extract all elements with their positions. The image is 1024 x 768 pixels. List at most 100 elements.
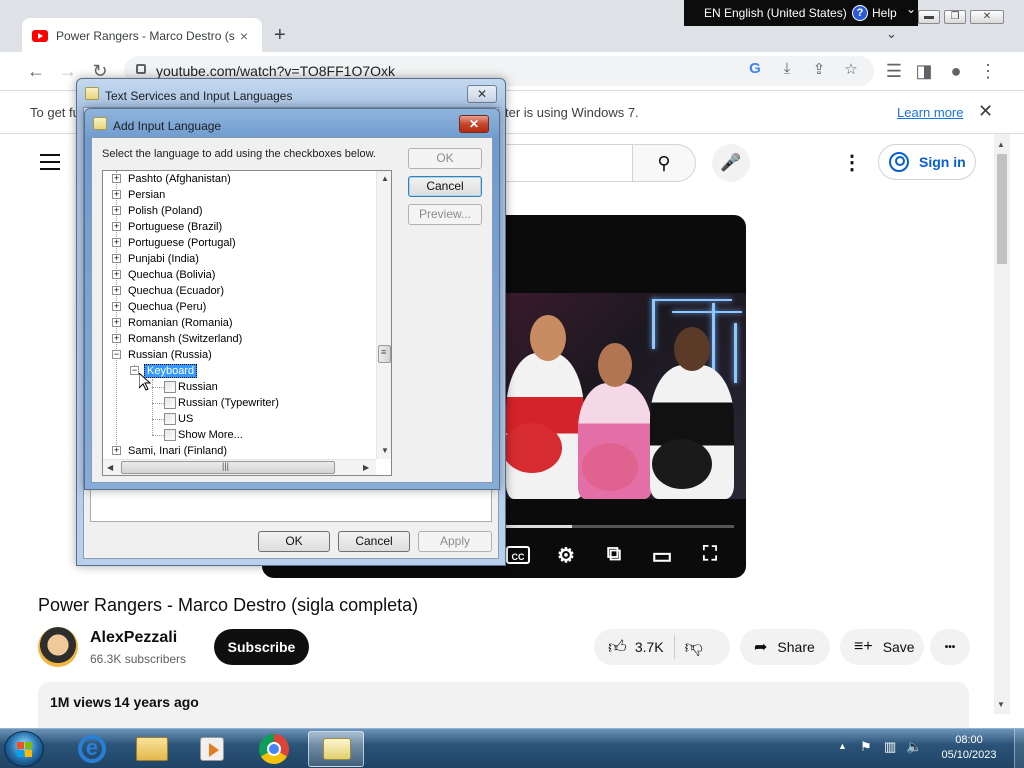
share-icon[interactable]: ⇪ xyxy=(808,60,830,78)
expand-icon[interactable]: + xyxy=(112,222,121,231)
share-button[interactable]: ➦ Share xyxy=(740,629,830,665)
settings-more-icon[interactable]: ⋮ xyxy=(842,150,862,175)
tree-item[interactable]: + Quechua (Peru) xyxy=(112,299,206,315)
side-panel-icon[interactable]: ◨ xyxy=(912,60,936,84)
tab-youtube[interactable]: Power Rangers - Marco Destro (s × xyxy=(22,18,262,54)
new-tab-button[interactable]: + xyxy=(274,24,286,47)
collapse-icon[interactable]: − xyxy=(130,366,139,375)
layout-checkbox[interactable] xyxy=(164,381,176,393)
expand-icon[interactable]: + xyxy=(112,302,121,311)
expand-icon[interactable]: + xyxy=(112,446,121,455)
preview-button[interactable]: Preview... xyxy=(408,204,482,225)
captions-button[interactable]: CC xyxy=(506,546,530,564)
expand-icon[interactable]: + xyxy=(112,190,121,199)
channel-name[interactable]: AlexPezzali xyxy=(90,629,177,647)
taskbar-explorer[interactable] xyxy=(124,731,180,767)
tree-item[interactable]: + Portuguese (Brazil) xyxy=(112,219,222,235)
url-text[interactable]: youtube.com/watch?v=TO8FF1O7Oxk xyxy=(156,63,395,79)
restore-button[interactable]: ❐ xyxy=(944,10,966,24)
scroll-up-arrow-icon[interactable]: ▲ xyxy=(381,174,389,183)
thumbs-down-icon[interactable]: 👎︎ xyxy=(685,636,703,658)
taskbar-media-player[interactable] xyxy=(184,731,240,767)
scroll-down-arrow-icon[interactable]: ▼ xyxy=(997,700,1005,709)
minimize-button[interactable]: ▬ xyxy=(918,10,940,24)
learn-more-link[interactable]: Learn more xyxy=(897,105,963,120)
profile-icon[interactable]: ● xyxy=(944,60,968,84)
theater-mode-icon[interactable]: ▭ xyxy=(650,543,674,568)
action-center-flag-icon[interactable]: ⚑ xyxy=(860,739,872,755)
outer-cancel-button[interactable]: Cancel xyxy=(338,531,410,552)
keyboard-layout-item[interactable]: Show More... xyxy=(164,427,243,443)
language-tree[interactable]: + Pashto (Afghanistan) + Persian + Polish (… xyxy=(102,170,392,476)
scroll-up-arrow-icon[interactable]: ▲ xyxy=(997,140,1005,149)
expand-icon[interactable]: + xyxy=(112,318,121,327)
tree-item[interactable]: + Romanian (Romania) xyxy=(112,315,233,331)
tree-item-russian[interactable]: − Russian (Russia) xyxy=(112,347,212,363)
expand-icon[interactable]: + xyxy=(112,254,121,263)
volume-icon[interactable]: 🔈 xyxy=(906,739,922,755)
tree-item[interactable]: + Pashto (Afghanistan) xyxy=(112,171,231,187)
tree-scroll-thumb[interactable]: ≡ xyxy=(378,345,391,363)
close-window-button[interactable]: ✕ xyxy=(970,10,1004,24)
taskbar-text-services[interactable] xyxy=(308,731,364,767)
outer-ok-button[interactable]: OK xyxy=(258,531,330,552)
input-language-indicator[interactable]: EN English (United States) xyxy=(704,6,847,20)
video-progress-bar[interactable] xyxy=(502,525,734,528)
tree-hscroll-thumb[interactable]: ||| xyxy=(121,461,335,474)
tree-item[interactable]: + Persian xyxy=(112,187,165,203)
help-label[interactable]: Help xyxy=(872,6,897,20)
taskbar-chrome[interactable] xyxy=(246,731,302,767)
guide-menu-icon[interactable] xyxy=(40,154,60,175)
more-actions-button[interactable]: ••• xyxy=(930,629,970,665)
ok-button[interactable]: OK xyxy=(408,148,482,169)
info-bar-close-icon[interactable]: ✕ xyxy=(978,101,993,122)
google-translate-icon[interactable]: G xyxy=(744,60,766,77)
tree-item[interactable]: + Quechua (Bolivia) xyxy=(112,267,215,283)
sign-in-button[interactable]: Sign in xyxy=(878,144,976,180)
tree-item[interactable]: + Portuguese (Portugal) xyxy=(112,235,236,251)
taskbar-internet-explorer[interactable]: e xyxy=(64,731,120,767)
collapse-icon[interactable]: − xyxy=(112,350,121,359)
settings-gear-icon[interactable]: ⚙ xyxy=(554,543,578,567)
tree-item[interactable]: + Sami, Inari (Finland) xyxy=(112,443,227,459)
network-icon[interactable]: ▥ xyxy=(884,739,896,755)
show-hidden-icons-icon[interactable]: ▲ xyxy=(838,741,847,751)
start-button[interactable] xyxy=(4,731,44,767)
save-button[interactable]: ≡+ Save xyxy=(840,629,924,665)
like-button[interactable]: 👍︎ 3.7K xyxy=(608,636,664,658)
scroll-right-arrow-icon[interactable]: ▶ xyxy=(363,463,369,472)
cancel-button[interactable]: Cancel xyxy=(408,176,482,197)
taskbar-clock[interactable]: 08:00 05/10/2023 xyxy=(930,733,1008,763)
tree-item[interactable]: + Punjabi (India) xyxy=(112,251,199,267)
page-scroll-thumb[interactable] xyxy=(997,154,1007,264)
channel-avatar[interactable] xyxy=(38,627,78,667)
scroll-down-arrow-icon[interactable]: ▼ xyxy=(381,446,389,455)
tree-item[interactable]: + Quechua (Ecuador) xyxy=(112,283,224,299)
tab-close-icon[interactable]: × xyxy=(236,28,252,44)
browser-menu-icon[interactable]: ⋮ xyxy=(976,60,1000,84)
dialog-close-button[interactable]: ✕ xyxy=(467,85,497,103)
layout-checkbox[interactable] xyxy=(164,413,176,425)
voice-search-button[interactable]: 🎤 xyxy=(712,144,750,182)
install-icon[interactable]: ⤓ xyxy=(776,60,798,77)
scroll-left-arrow-icon[interactable]: ◀ xyxy=(107,463,113,472)
search-button[interactable]: ⚲ xyxy=(632,144,696,182)
layout-checkbox[interactable] xyxy=(164,429,176,441)
bookmark-star-icon[interactable]: ☆ xyxy=(840,60,862,78)
keyboard-layout-item[interactable]: US xyxy=(164,411,193,427)
expand-icon[interactable]: + xyxy=(112,286,121,295)
expand-icon[interactable]: + xyxy=(112,334,121,343)
expand-icon[interactable]: + xyxy=(112,174,121,183)
lock-icon[interactable] xyxy=(136,64,146,74)
tree-vertical-scrollbar[interactable]: ▲ ≡ ▼ xyxy=(376,171,391,459)
miniplayer-icon[interactable]: ⧉ xyxy=(602,543,626,567)
tree-item[interactable]: + Romansh (Switzerland) xyxy=(112,331,242,347)
fullscreen-icon[interactable]: ⛶ xyxy=(698,543,722,567)
show-desktop-button[interactable] xyxy=(1014,729,1024,768)
back-button[interactable]: ← xyxy=(24,60,48,84)
keyboard-layout-item[interactable]: Russian xyxy=(164,379,218,395)
keyboard-layout-item[interactable]: Russian (Typewriter) xyxy=(164,395,279,411)
description-box[interactable]: 1M views 14 years ago xyxy=(38,682,969,728)
language-bar-options-icon[interactable]: ⌄ xyxy=(906,2,916,16)
help-icon[interactable]: ? xyxy=(852,5,868,21)
